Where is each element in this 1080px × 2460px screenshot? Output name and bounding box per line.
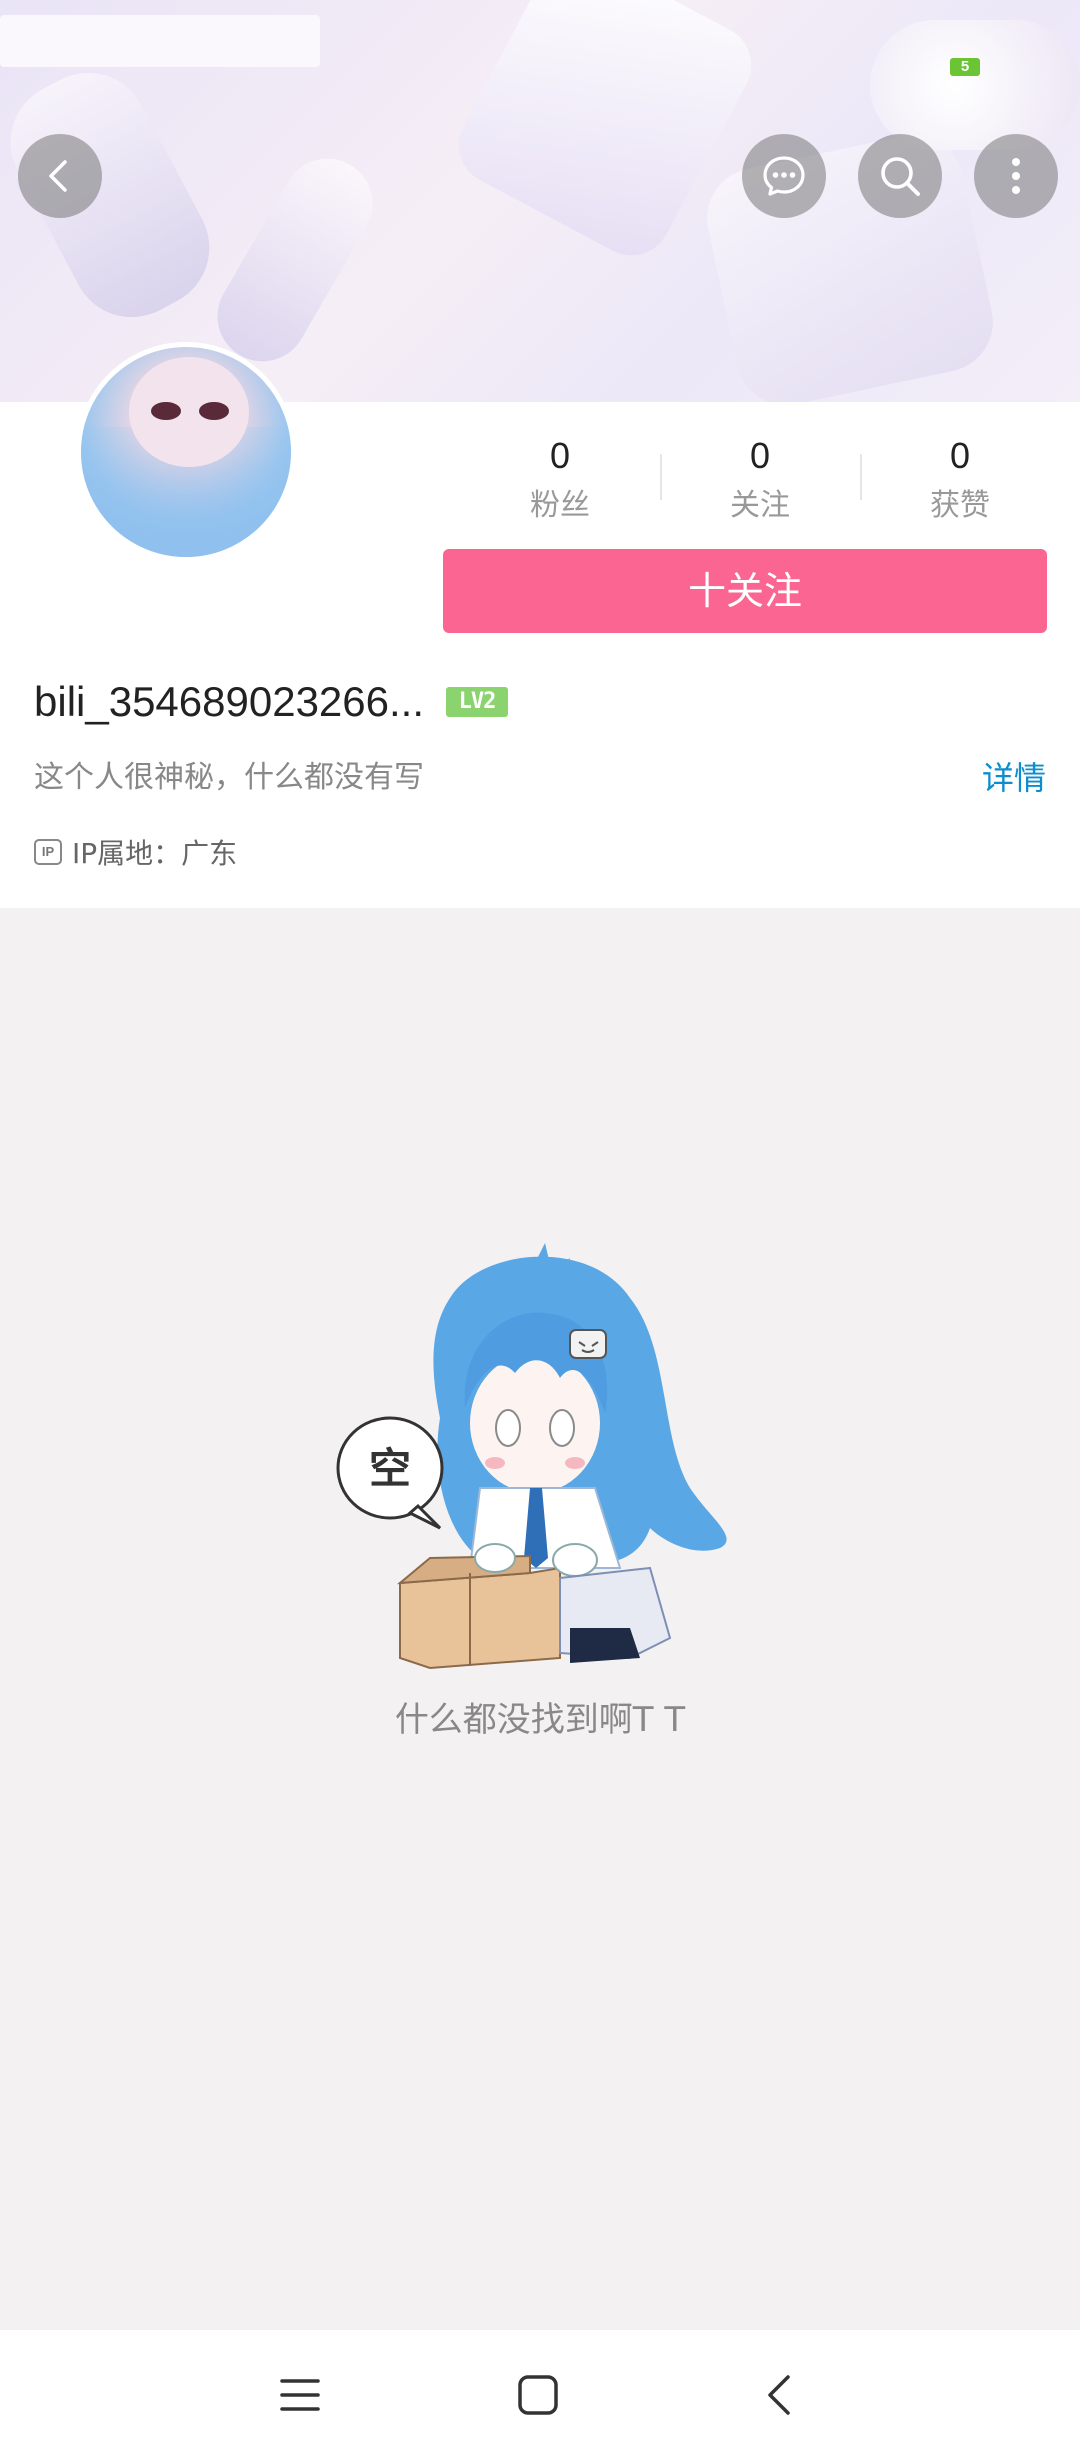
- home-button[interactable]: [508, 2365, 568, 2425]
- follow-button[interactable]: 十关注: [443, 549, 1047, 633]
- detail-link[interactable]: 详情: [982, 756, 1046, 800]
- system-back-button[interactable]: [750, 2365, 810, 2425]
- profile-stats: 0 粉丝 0 关注 0 获赞: [460, 432, 1060, 532]
- more-button[interactable]: [974, 134, 1058, 218]
- home-square-icon: [518, 2375, 558, 2415]
- ip-location: IP属地：广东: [72, 837, 238, 870]
- back-button[interactable]: [18, 134, 102, 218]
- system-navigation-bar: [0, 2330, 1080, 2460]
- bubble-text: 空: [369, 1444, 411, 1493]
- stat-value: 0: [949, 435, 971, 476]
- username: bili_354689023266...: [34, 678, 425, 725]
- stat-label: 获赞: [930, 488, 990, 523]
- stat-following[interactable]: 0 关注: [660, 432, 860, 532]
- stat-fans[interactable]: 0 粉丝: [460, 432, 660, 532]
- ip-location-row: IP IP属地：广东: [34, 832, 237, 872]
- profile-banner: 5: [0, 0, 1080, 402]
- more-vertical-icon: [1012, 158, 1020, 194]
- battery-indicator: 5: [950, 58, 980, 76]
- empty-message: 什么都没找到啊T T: [394, 1700, 686, 1740]
- empty-mascot-illustration: 空: [336, 1243, 727, 1670]
- menu-icon: [280, 2379, 320, 2411]
- recent-apps-button[interactable]: [270, 2365, 330, 2425]
- name-row: bili_354689023266... LV2: [34, 670, 509, 734]
- search-button[interactable]: [858, 134, 942, 218]
- level-badge: LV2: [446, 687, 509, 717]
- avatar[interactable]: [76, 342, 296, 562]
- profile-card: 0 粉丝 0 关注 0 获赞 十关注 bili_354689023266... …: [0, 342, 1080, 908]
- stat-label: 关注: [730, 488, 790, 523]
- chevron-left-icon: [49, 160, 67, 192]
- message-button[interactable]: [742, 134, 826, 218]
- stat-value: 0: [549, 435, 571, 476]
- banner-decoration: [870, 20, 1080, 150]
- search-icon: [881, 157, 920, 196]
- stat-likes[interactable]: 0 获赞: [860, 432, 1060, 532]
- ip-icon: IP: [34, 839, 62, 865]
- back-chevron-icon: [768, 2375, 790, 2415]
- bio-text: 这个人很神秘，什么都没有写: [34, 760, 424, 795]
- chat-bubble-icon: [763, 156, 805, 196]
- stat-label: 粉丝: [530, 488, 590, 523]
- empty-state: 空 什么都没找到啊T T: [0, 908, 1080, 2330]
- stat-value: 0: [749, 435, 771, 476]
- banner-decoration: [0, 15, 320, 67]
- banner-decoration: [201, 142, 389, 378]
